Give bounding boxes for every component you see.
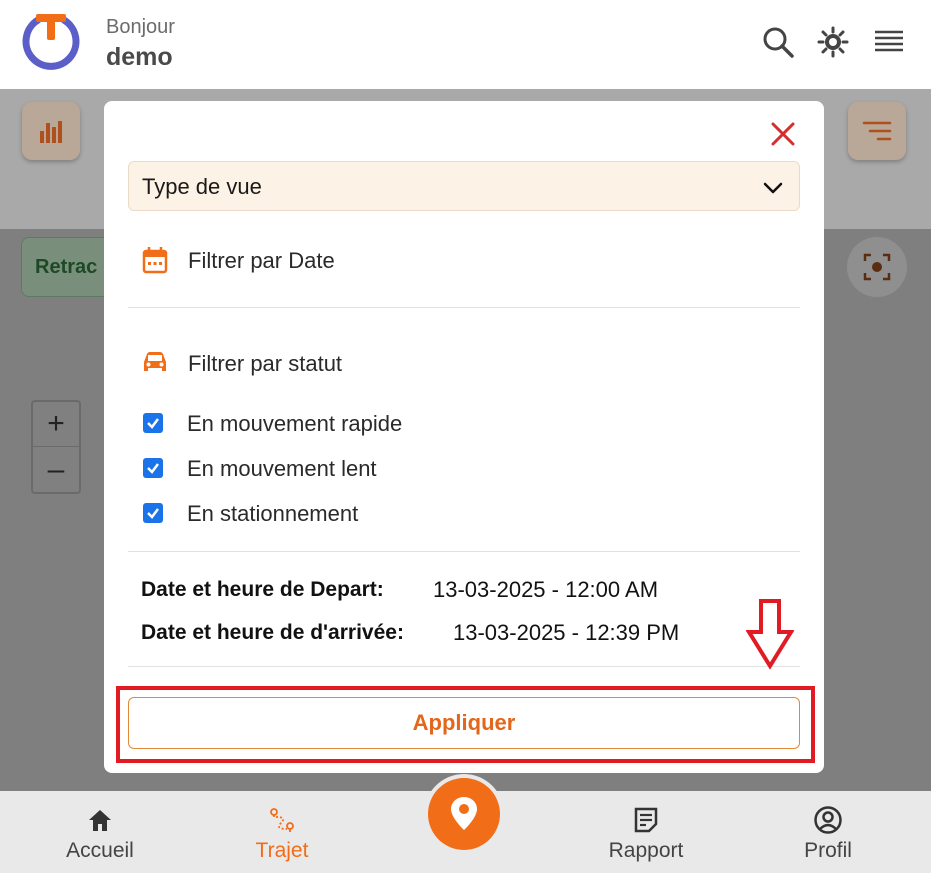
sort-icon bbox=[862, 121, 892, 141]
app-logo bbox=[22, 14, 80, 70]
divider bbox=[128, 551, 800, 552]
focus-button bbox=[847, 237, 907, 297]
date-filter-label[interactable]: Filtrer par Date bbox=[188, 248, 335, 274]
sort-button bbox=[848, 102, 906, 160]
status-label-fast: En mouvement rapide bbox=[187, 411, 403, 436]
car-icon bbox=[144, 352, 166, 371]
checkbox-slow-moving[interactable] bbox=[143, 458, 163, 478]
departure-value[interactable]: 13-03-2025 - 12:00 AM bbox=[433, 577, 658, 603]
route-icon bbox=[270, 808, 294, 832]
stats-button bbox=[22, 102, 80, 160]
profile-icon bbox=[814, 806, 842, 834]
app-header: Bonjour demo bbox=[0, 0, 931, 89]
chevron-down-icon bbox=[763, 182, 783, 194]
divider bbox=[128, 307, 800, 308]
nav-item-route[interactable]: Trajet bbox=[242, 791, 322, 873]
departure-label: Date et heure de Depart: bbox=[141, 578, 384, 601]
map-pin-icon bbox=[451, 797, 477, 830]
nav-item-report[interactable]: Rapport bbox=[596, 791, 696, 873]
greeting-text: Bonjour bbox=[106, 16, 175, 38]
nav-item-home[interactable]: Accueil bbox=[60, 791, 140, 873]
focus-icon bbox=[863, 253, 891, 281]
nav-label-home: Accueil bbox=[66, 839, 134, 862]
check-icon bbox=[147, 508, 159, 519]
nav-label-profile: Profil bbox=[804, 839, 852, 862]
check-icon bbox=[147, 463, 159, 474]
filter-modal: Type de vue Filtrer par Date Filtrer par… bbox=[104, 101, 824, 773]
status-label-parked: En stationnement bbox=[187, 501, 359, 526]
check-icon bbox=[147, 418, 159, 429]
view-type-label: Type de vue bbox=[142, 174, 262, 199]
calendar-icon bbox=[142, 247, 168, 274]
zoom-in-button: + bbox=[33, 402, 79, 447]
status-label-slow: En mouvement lent bbox=[187, 456, 377, 481]
username-text: demo bbox=[106, 43, 173, 71]
search-icon[interactable] bbox=[760, 24, 796, 60]
arrow-down-icon bbox=[746, 599, 794, 670]
nav-label-report: Rapport bbox=[608, 839, 684, 862]
close-icon[interactable] bbox=[767, 118, 799, 150]
location-fab-button[interactable] bbox=[428, 778, 500, 850]
home-icon bbox=[89, 810, 111, 831]
arrival-value[interactable]: 13-03-2025 - 12:39 PM bbox=[453, 620, 679, 646]
report-icon bbox=[634, 807, 658, 833]
menu-icon[interactable] bbox=[871, 24, 907, 60]
checkbox-fast-moving[interactable] bbox=[143, 413, 163, 433]
view-type-select[interactable]: Type de vue bbox=[128, 161, 800, 211]
divider bbox=[128, 666, 800, 667]
nav-label-route: Trajet bbox=[255, 839, 309, 862]
brightness-icon[interactable] bbox=[815, 24, 851, 60]
zoom-control: + – bbox=[31, 400, 81, 494]
status-filter-label[interactable]: Filtrer par statut bbox=[188, 351, 342, 377]
checkbox-parked[interactable] bbox=[143, 503, 163, 523]
highlight-annotation-box bbox=[116, 686, 815, 763]
bar-chart-icon bbox=[40, 121, 62, 143]
arrival-label: Date et heure de d'arrivée: bbox=[141, 621, 404, 644]
nav-item-profile[interactable]: Profil bbox=[788, 791, 868, 873]
zoom-out-button: – bbox=[47, 452, 65, 486]
